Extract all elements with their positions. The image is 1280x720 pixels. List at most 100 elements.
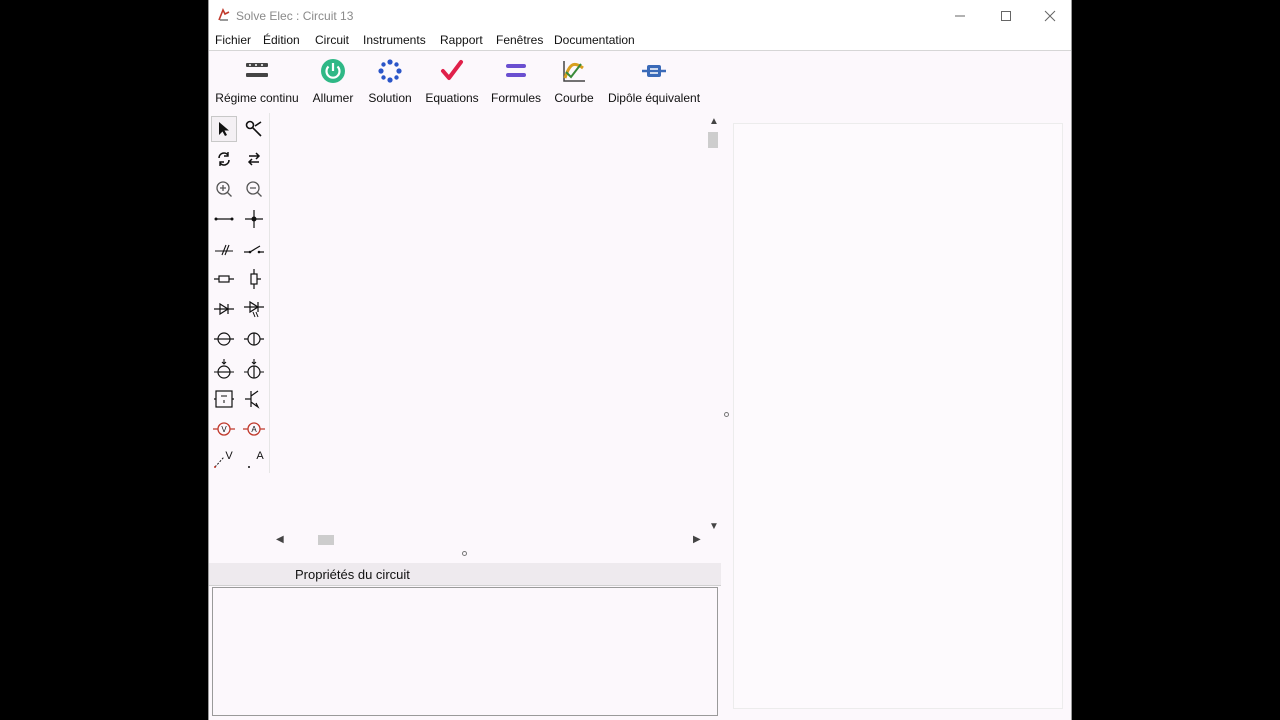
maximize-button[interactable] xyxy=(983,0,1029,31)
node-icon xyxy=(245,210,263,228)
voltage-source-icon xyxy=(214,359,234,379)
menu-circuit[interactable]: Circuit xyxy=(315,33,349,47)
solution-button[interactable]: Solution xyxy=(366,52,414,110)
toolbar-label: Régime continu xyxy=(215,91,299,105)
menu-rapport[interactable]: Rapport xyxy=(440,33,483,47)
voltmeter-icon: V xyxy=(213,422,235,436)
open-switch-icon xyxy=(215,244,233,256)
resistor-vertical-icon xyxy=(250,269,261,289)
aprobe-symbol: A xyxy=(256,450,264,462)
vertical-scroll-thumb[interactable] xyxy=(708,132,718,148)
horizontal-scroll-thumb[interactable] xyxy=(318,535,334,545)
close-button[interactable] xyxy=(1027,0,1073,31)
current-source-button[interactable] xyxy=(241,356,267,382)
led-icon xyxy=(244,300,264,318)
resistor-h-button[interactable] xyxy=(211,266,237,292)
dc-regime-icon xyxy=(246,63,268,77)
power-icon xyxy=(321,59,345,83)
scroll-down-arrow[interactable]: ▼ xyxy=(709,521,719,532)
menu-documentation[interactable]: Documentation xyxy=(554,33,635,47)
select-tool-button[interactable] xyxy=(211,116,237,142)
node-tool-button[interactable] xyxy=(241,206,267,232)
cut-wire-tool-button[interactable] xyxy=(241,116,267,142)
allumer-button[interactable]: Allumer xyxy=(310,52,356,110)
toolbar: Régime continu Allumer Solution Equation… xyxy=(209,52,1071,110)
properties-title: Propriétés du circuit xyxy=(295,567,410,582)
voltage-probe-button[interactable]: V xyxy=(211,446,237,472)
zoom-out-button[interactable] xyxy=(241,176,267,202)
menu-fenetres[interactable]: Fenêtres xyxy=(496,33,543,47)
window-title: Solve Elec : Circuit 13 xyxy=(236,9,354,23)
voltmeter-button[interactable]: V xyxy=(211,416,237,442)
maximize-icon xyxy=(1001,10,1011,21)
title-bar: Solve Elec : Circuit 13 xyxy=(209,0,1071,31)
transistor-icon xyxy=(245,390,260,409)
generic-dipole-button[interactable] xyxy=(211,386,237,412)
right-panel[interactable] xyxy=(733,123,1063,709)
courbe-button[interactable]: Courbe xyxy=(552,52,596,110)
dipole-equivalent-button[interactable]: Dipôle équivalent xyxy=(606,52,702,110)
scroll-right-arrow[interactable]: ▶ xyxy=(693,534,701,545)
closed-switch-button[interactable] xyxy=(241,236,267,262)
minimize-button[interactable] xyxy=(937,0,983,31)
zoom-in-button[interactable] xyxy=(211,176,237,202)
minimize-icon xyxy=(955,15,965,16)
lamp-icon xyxy=(214,332,234,346)
scroll-left-arrow[interactable]: ◀ xyxy=(276,534,284,545)
zoom-in-icon xyxy=(216,181,232,197)
circuit-canvas[interactable] xyxy=(271,113,705,531)
voltage-probe-icon: V xyxy=(214,450,233,468)
menu-instruments[interactable]: Instruments xyxy=(363,33,426,47)
current-source-icon xyxy=(244,359,264,379)
resistor-v-button[interactable] xyxy=(241,266,267,292)
menu-bar: Fichier Édition Circuit Instruments Rapp… xyxy=(209,31,1071,51)
horizontal-splitter[interactable] xyxy=(209,549,722,559)
diode-icon xyxy=(214,302,234,316)
flip-tool-button[interactable] xyxy=(241,146,267,172)
voltage-source-button[interactable] xyxy=(211,356,237,382)
rotate-tool-button[interactable] xyxy=(211,146,237,172)
open-switch-button[interactable] xyxy=(211,236,237,262)
transistor-button[interactable] xyxy=(241,386,267,412)
closed-switch-icon xyxy=(244,245,264,254)
resistor-horizontal-icon xyxy=(214,275,234,283)
horizontal-scrollbar[interactable]: ◀ ▶ xyxy=(271,531,705,549)
properties-panel[interactable] xyxy=(212,587,718,716)
toolbar-label: Equations xyxy=(425,91,479,105)
menu-edition[interactable]: Édition xyxy=(263,33,300,47)
ammeter-button[interactable]: A xyxy=(241,416,267,442)
diode-button[interactable] xyxy=(211,296,237,322)
rotate-icon xyxy=(218,152,230,166)
menu-fichier[interactable]: Fichier xyxy=(215,33,251,47)
lamp-vertical-button[interactable] xyxy=(241,326,267,352)
toolbar-label: Solution xyxy=(368,91,412,105)
current-probe-button[interactable]: A xyxy=(241,446,267,472)
formules-button[interactable]: Formules xyxy=(490,52,542,110)
curve-chart-icon xyxy=(563,61,585,82)
formulas-equals-icon xyxy=(506,64,526,77)
flip-icon xyxy=(247,152,261,166)
led-button[interactable] xyxy=(241,296,267,322)
ammeter-icon: A xyxy=(243,422,265,436)
voltmeter-symbol: V xyxy=(221,425,227,434)
scroll-up-arrow[interactable]: ▲ xyxy=(709,116,719,127)
toolbar-label: Dipôle équivalent xyxy=(607,91,701,105)
equations-button[interactable]: Equations xyxy=(424,52,480,110)
toolbar-label: Courbe xyxy=(554,91,594,105)
ammeter-symbol: A xyxy=(251,425,257,434)
vertical-splitter[interactable] xyxy=(722,113,732,718)
component-palette: V A V A xyxy=(209,113,270,473)
wire-icon xyxy=(214,217,234,221)
checkmark-icon xyxy=(441,60,463,80)
app-window: Solve Elec : Circuit 13 Fichier Édition … xyxy=(208,0,1072,720)
splitter-grip-icon xyxy=(724,412,729,417)
regime-continu-button[interactable]: Régime continu xyxy=(214,52,300,110)
solution-sparkle-icon xyxy=(378,59,402,83)
properties-header: Propriétés du circuit xyxy=(209,563,721,586)
current-probe-icon: A xyxy=(248,450,264,468)
close-icon xyxy=(1044,10,1056,21)
lamp-button[interactable] xyxy=(211,326,237,352)
wire-tool-button[interactable] xyxy=(211,206,237,232)
vertical-scrollbar[interactable]: ▲ ▼ xyxy=(705,113,721,537)
toolbar-label: Allumer xyxy=(312,91,354,105)
